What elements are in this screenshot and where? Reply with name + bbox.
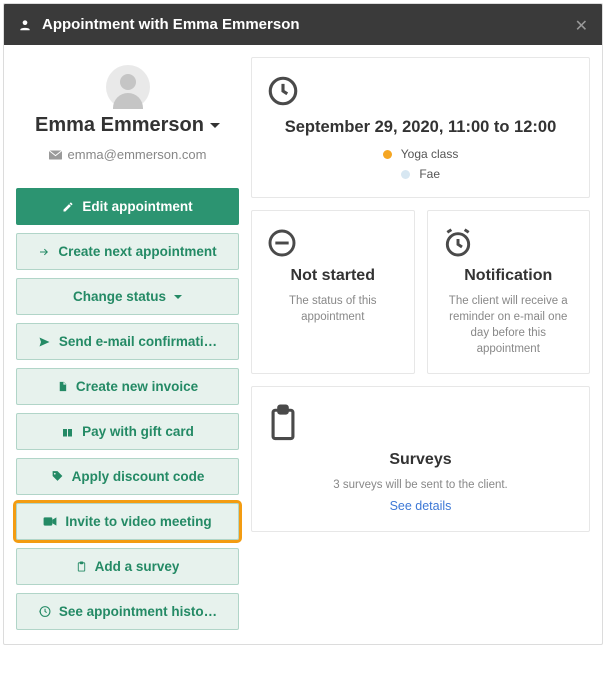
invite-to-video-meeting-button[interactable]: Invite to video meeting	[16, 503, 239, 540]
clipboard-icon	[266, 403, 575, 443]
client-name-label: Emma Emmerson	[35, 113, 204, 137]
notification-desc: The client will receive a reminder on e-…	[442, 293, 576, 357]
edit-appointment-button[interactable]: Edit appointment	[16, 188, 239, 225]
clipboard-icon	[76, 560, 87, 573]
close-icon[interactable]: ✕	[575, 16, 588, 36]
class-color-dot	[383, 150, 392, 159]
apply-discount-code-button[interactable]: Apply discount code	[16, 458, 239, 495]
status-desc: The status of this appointment	[266, 293, 400, 325]
left-column: Emma Emmerson emma@emmerson.com Edit app…	[16, 57, 239, 630]
button-label: Send e-mail confirmati…	[59, 334, 217, 349]
button-label: Create new invoice	[76, 379, 198, 394]
class-tag: Yoga class	[383, 147, 459, 161]
see-details-link[interactable]: See details	[390, 499, 452, 513]
client-block: Emma Emmerson emma@emmerson.com	[16, 57, 239, 168]
modal-header: Appointment with Emma Emmerson ✕	[4, 4, 602, 45]
actions-list: Edit appointment Create next appointment…	[16, 188, 239, 630]
chevron-down-icon	[210, 123, 220, 133]
button-label: Invite to video meeting	[65, 514, 211, 529]
tag-icon	[51, 470, 64, 483]
change-status-button[interactable]: Change status	[16, 278, 239, 315]
file-icon	[57, 380, 68, 393]
surveys-panel: Surveys 3 surveys will be sent to the cl…	[251, 386, 590, 532]
history-icon	[38, 605, 51, 618]
button-label: Edit appointment	[82, 199, 192, 214]
person-icon	[18, 18, 32, 32]
button-label: Change status	[73, 289, 166, 304]
avatar	[106, 65, 150, 109]
pay-with-gift-card-button[interactable]: Pay with gift card	[16, 413, 239, 450]
button-label: Apply discount code	[72, 469, 205, 484]
send-email-confirmation-button[interactable]: Send e-mail confirmati…	[16, 323, 239, 360]
notification-panel: Notification The client will receive a r…	[427, 210, 591, 374]
arrow-right-icon	[38, 246, 50, 258]
clock-icon	[266, 74, 575, 108]
staff-name: Fae	[419, 167, 440, 181]
alarm-icon	[442, 227, 576, 259]
client-name-dropdown[interactable]: Emma Emmerson	[29, 109, 226, 137]
status-title: Not started	[266, 267, 400, 285]
status-panel: Not started The status of this appointme…	[251, 210, 415, 374]
send-icon	[38, 336, 51, 348]
chevron-down-icon	[174, 295, 182, 303]
notification-title: Notification	[442, 267, 576, 285]
right-column: September 29, 2020, 11:00 to 12:00 Yoga …	[251, 57, 590, 630]
staff-tag: Fae	[401, 167, 440, 181]
class-name: Yoga class	[401, 147, 459, 161]
surveys-desc: 3 surveys will be sent to the client.	[266, 477, 575, 493]
client-email-row: emma@emmerson.com	[16, 147, 239, 162]
staff-color-dot	[401, 170, 410, 179]
see-appointment-history-button[interactable]: See appointment histo…	[16, 593, 239, 630]
button-label: Create next appointment	[58, 244, 216, 259]
create-next-appointment-button[interactable]: Create next appointment	[16, 233, 239, 270]
surveys-title: Surveys	[266, 451, 575, 469]
create-new-invoice-button[interactable]: Create new invoice	[16, 368, 239, 405]
appointment-datetime: September 29, 2020, 11:00 to 12:00	[266, 118, 575, 137]
appointment-modal: Appointment with Emma Emmerson ✕ Emma Em…	[3, 3, 603, 645]
datetime-panel: September 29, 2020, 11:00 to 12:00 Yoga …	[251, 57, 590, 198]
client-email: emma@emmerson.com	[68, 147, 207, 162]
modal-title: Appointment with Emma Emmerson	[42, 16, 300, 33]
button-label: Pay with gift card	[82, 424, 194, 439]
video-icon	[43, 516, 57, 527]
not-started-icon	[266, 227, 400, 259]
button-label: Add a survey	[95, 559, 180, 574]
gift-icon	[61, 426, 74, 438]
add-a-survey-button[interactable]: Add a survey	[16, 548, 239, 585]
envelope-icon	[49, 150, 62, 160]
pencil-icon	[62, 201, 74, 213]
button-label: See appointment histo…	[59, 604, 217, 619]
